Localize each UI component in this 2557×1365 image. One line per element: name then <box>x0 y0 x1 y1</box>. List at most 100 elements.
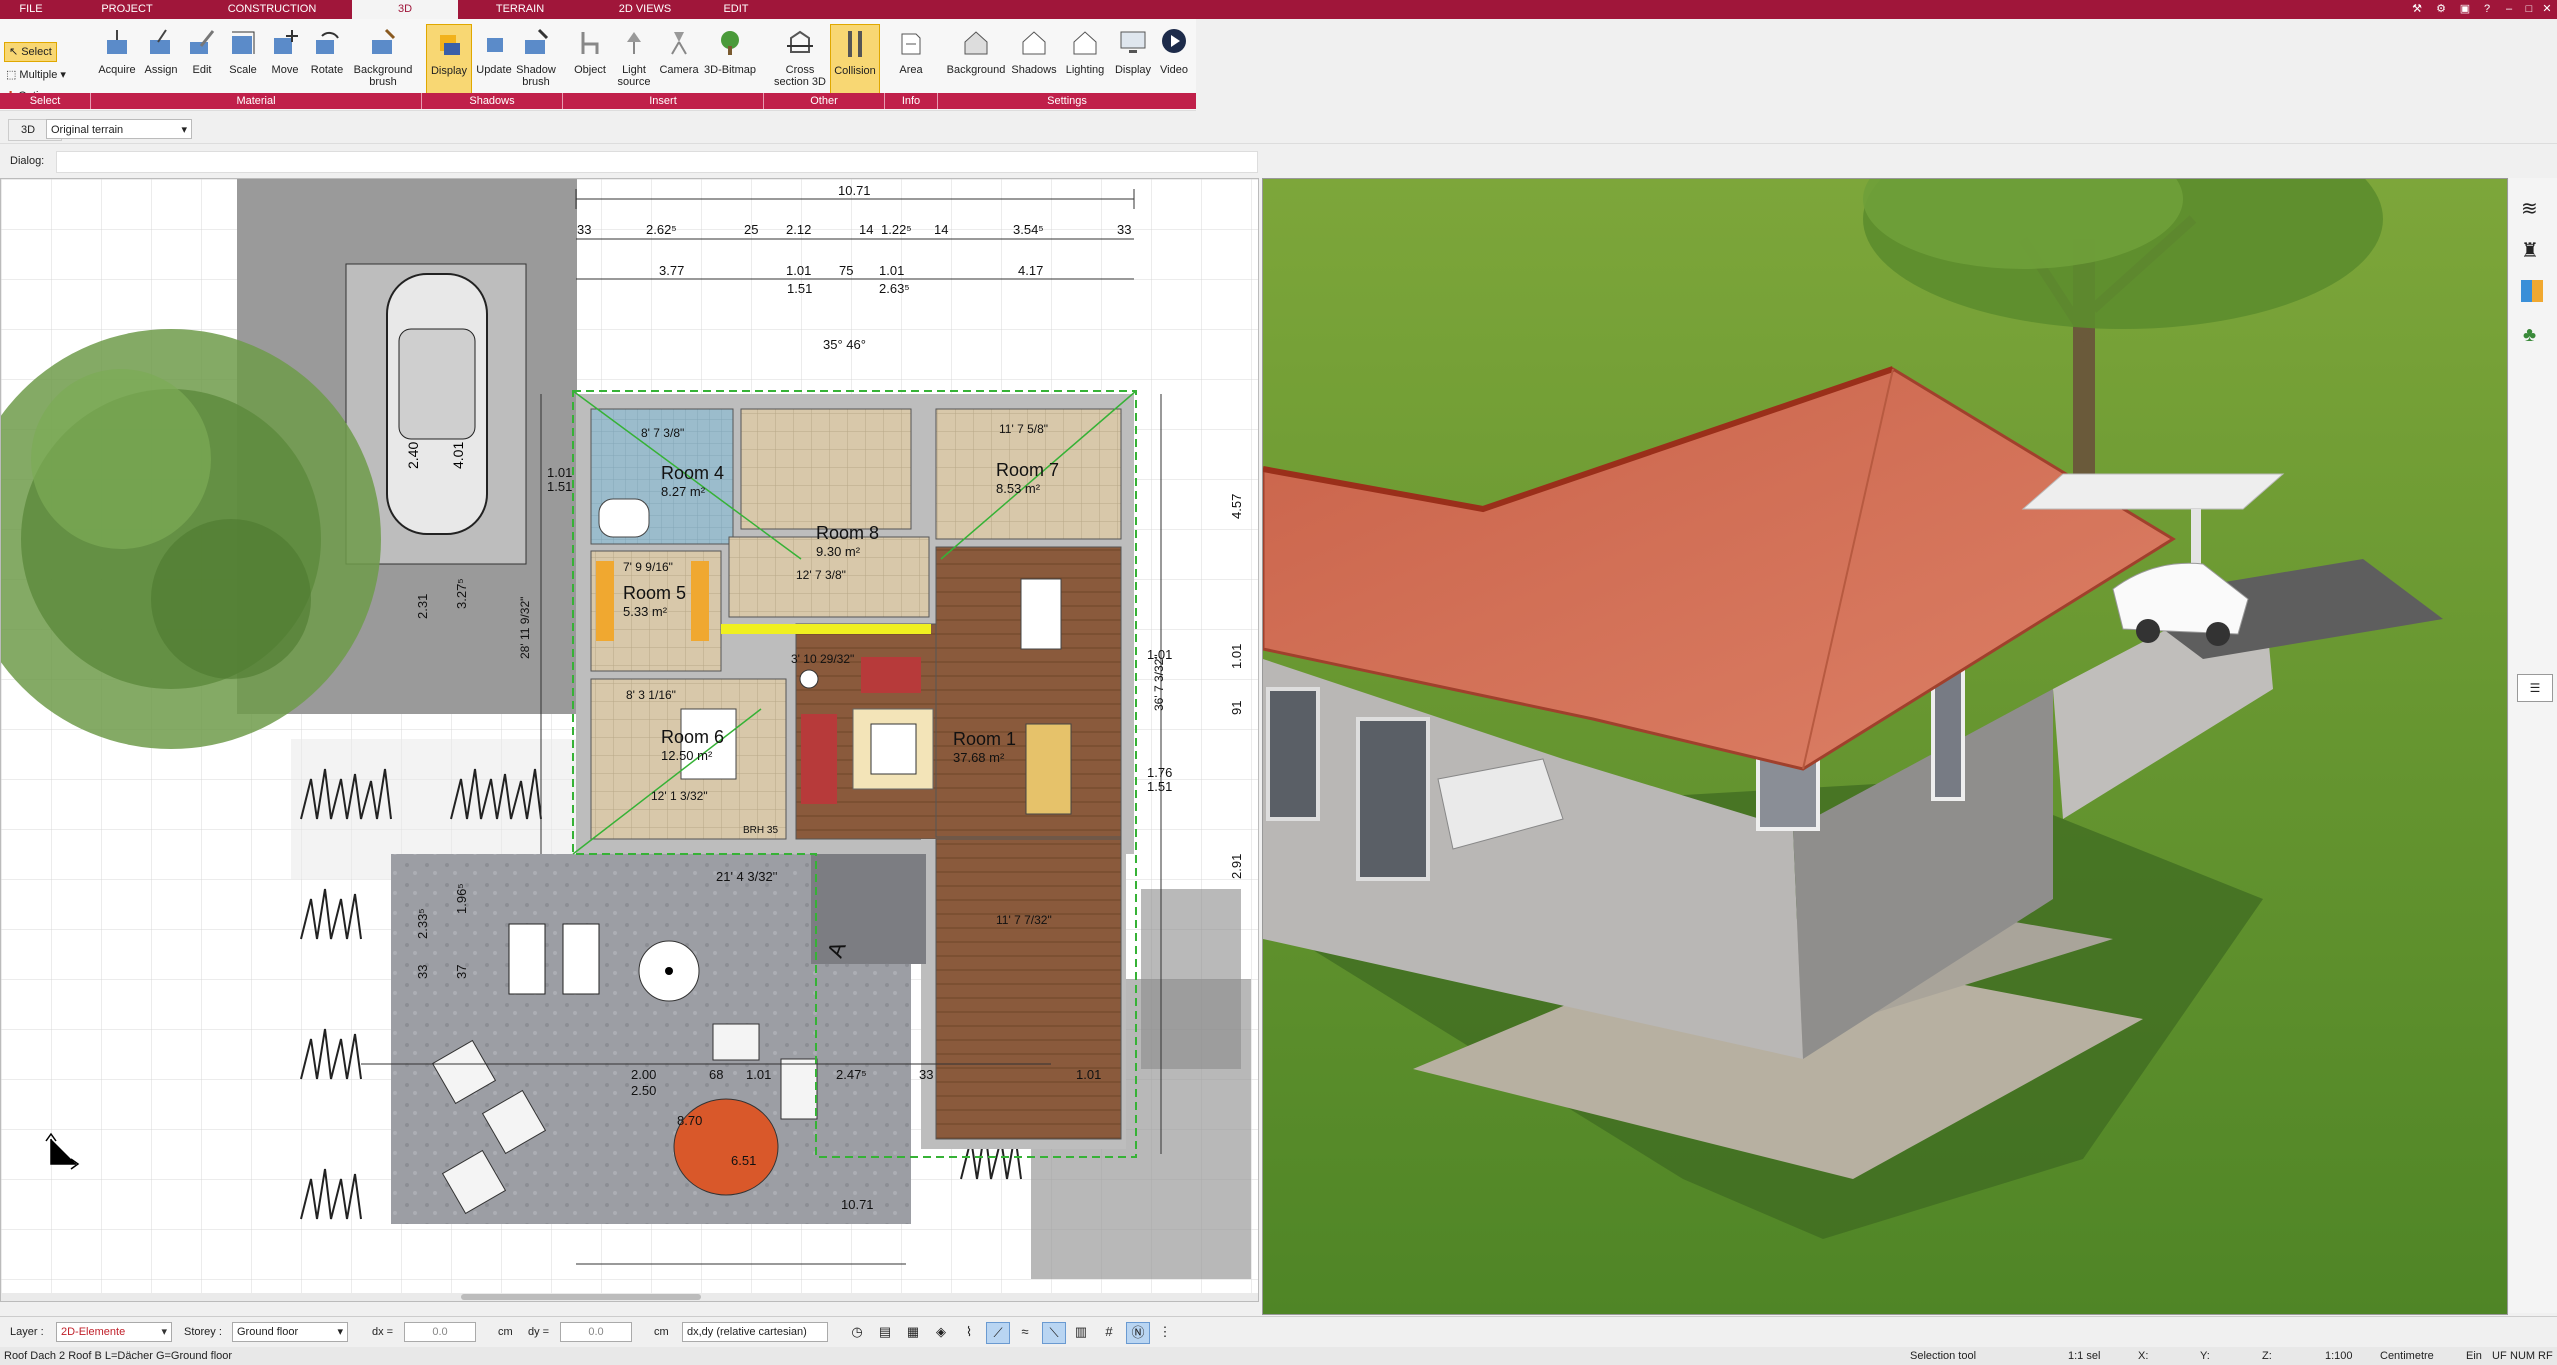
dim-right-6: 2.91 <box>1229 854 1244 879</box>
edit-material-button[interactable]: Edit <box>184 24 220 94</box>
3d-view[interactable] <box>1262 178 2508 1315</box>
dim-row2-0: 3.77 <box>659 263 684 278</box>
dim-row1-6: 14 <box>934 222 948 237</box>
assign-icon <box>150 29 170 54</box>
close-icon[interactable]: ✕ <box>2538 2 2556 17</box>
tab-2d-views[interactable]: 2D VIEWS <box>582 0 708 19</box>
coord-mode-select[interactable]: dx,dy (relative cartesian) <box>682 1322 828 1342</box>
tree-icon <box>721 31 739 55</box>
layers-icon[interactable]: ≋ <box>2521 196 2538 221</box>
collision-icon <box>848 31 862 57</box>
cross-section-3d-button[interactable]: Cross section 3D <box>772 24 828 94</box>
plan-scrollbar[interactable] <box>1 1293 1258 1301</box>
camera-icon <box>671 32 687 55</box>
tab-3d[interactable]: 3D <box>352 0 458 19</box>
dim-row2b-0: 1.51 <box>787 281 812 296</box>
group-material-label: Material <box>91 93 422 109</box>
current-tool: Selection tool <box>1910 1350 1977 1362</box>
stove <box>1020 578 1062 650</box>
chevron-down-icon: ▾ <box>337 1326 343 1338</box>
line-icon[interactable]: ≈ <box>1014 1322 1036 1342</box>
display-settings-button[interactable]: Display <box>1110 24 1156 94</box>
settings-icon[interactable]: ⚙ <box>2432 2 2450 17</box>
grid-icon[interactable]: # <box>1098 1322 1120 1342</box>
room-4-area: 8.27 m² <box>661 484 706 499</box>
dialog-field[interactable] <box>56 151 1258 173</box>
rotate-icon <box>316 31 339 54</box>
group-shadows-label: Shadows <box>422 93 563 109</box>
select-button[interactable]: ↖ Select <box>4 42 57 62</box>
terrain-select[interactable]: Original terrain ▾ <box>46 119 192 139</box>
background-brush-button[interactable]: Background brush <box>350 24 416 94</box>
tab-construction[interactable]: CONSTRUCTION <box>192 0 352 19</box>
light-source-button[interactable]: Light source <box>612 24 656 94</box>
bitmap-3d-button[interactable]: 3D-Bitmap <box>702 24 758 94</box>
scale-button[interactable]: Scale <box>224 24 262 94</box>
camera-button[interactable]: Camera <box>656 24 702 94</box>
floor-plan-view[interactable]: 2.40 4.01 10.71 33 2.62⁵ 25 2.12 14 1.22… <box>0 178 1259 1302</box>
assign-button[interactable]: Assign <box>140 24 182 94</box>
scale-value: 1:100 <box>2325 1350 2353 1362</box>
storey-select[interactable]: Ground floor ▾ <box>232 1322 348 1342</box>
acquire-icon <box>107 30 127 54</box>
room-1-dim: 11' 7 7/32" <box>996 913 1052 927</box>
floor-plan-canvas[interactable]: 2.40 4.01 10.71 33 2.62⁵ 25 2.12 14 1.22… <box>1 179 1258 1301</box>
video-button[interactable]: Video <box>1154 24 1194 94</box>
tools-icon[interactable]: ⚒ <box>2408 2 2426 17</box>
plants-icon[interactable]: ♣ <box>2523 324 2536 347</box>
material-snap-icon[interactable]: ◈ <box>930 1322 952 1342</box>
dim-left-1: 1.51 <box>547 479 572 494</box>
shadows-settings-button[interactable]: Shadows <box>1008 24 1060 94</box>
move-button[interactable]: Move <box>266 24 304 94</box>
dx-input[interactable]: 0.0 <box>404 1322 476 1342</box>
clock-icon[interactable]: ◷ <box>846 1322 868 1342</box>
shadows-update-button[interactable]: Update <box>472 24 516 94</box>
shadows-display-button[interactable]: Display <box>426 24 472 96</box>
shadow-brush-button[interactable]: Shadow brush <box>514 24 558 94</box>
svg-text:2.40: 2.40 <box>405 442 421 469</box>
x-coord: X: <box>2138 1350 2149 1362</box>
snap-line-icon[interactable]: ⟋ <box>986 1322 1010 1344</box>
room-7-area: 8.53 m² <box>996 481 1041 496</box>
minimize-icon[interactable]: – <box>2500 2 2518 17</box>
capture-icon[interactable]: ▦ <box>902 1322 924 1342</box>
snap-icon[interactable]: ▤ <box>874 1322 896 1342</box>
hatch-icon[interactable]: ▥ <box>1070 1322 1092 1342</box>
3d-scene[interactable] <box>1263 179 2507 1314</box>
tab-edit[interactable]: EDIT <box>708 0 764 19</box>
dim-row2-2: 75 <box>839 263 853 278</box>
collision-button[interactable]: Collision <box>830 24 880 96</box>
maximize-icon[interactable]: □ <box>2520 2 2538 17</box>
dim-left-5: 37 <box>454 965 469 979</box>
materials-icon[interactable] <box>2521 280 2543 302</box>
lighting-settings-button[interactable]: Lighting <box>1060 24 1110 94</box>
background-settings-button[interactable]: Background <box>944 24 1008 94</box>
dim-terrace-6: 1.01 <box>1076 1067 1101 1082</box>
tab-project[interactable]: PROJECT <box>62 0 192 19</box>
more-icon[interactable]: ⋮ <box>1154 1322 1176 1342</box>
n-icon[interactable]: Ⓝ <box>1126 1322 1150 1344</box>
tab-terrain[interactable]: TERRAIN <box>458 0 582 19</box>
tilt-icon[interactable]: ⟍ <box>1042 1322 1066 1344</box>
acquire-button[interactable]: Acquire <box>94 24 140 94</box>
tab-file[interactable]: FILE <box>0 0 62 19</box>
info-icon[interactable]: ▣ <box>2456 2 2474 17</box>
dim-left-4: 33 <box>415 965 430 979</box>
panel-toggle-icon[interactable]: ☰ <box>2517 674 2553 702</box>
multiple-button[interactable]: ⬚ Multiple ▾ <box>6 66 66 84</box>
dim-left-3: 1.96⁵ <box>454 883 469 914</box>
help-icon[interactable]: ? <box>2478 2 2496 17</box>
misc-label-7: 6.51 <box>731 1153 756 1168</box>
dy-input[interactable]: 0.0 <box>560 1322 632 1342</box>
layer-select[interactable]: 2D-Elemente ▾ <box>56 1322 172 1342</box>
cursor-icon: ↖ <box>9 46 19 58</box>
room-7-name: Room 7 <box>996 460 1059 480</box>
room-6-dim: 12' 1 3/32" <box>651 789 708 803</box>
area-button[interactable]: Area <box>890 24 932 94</box>
rotate-button[interactable]: Rotate <box>306 24 348 94</box>
angle-icon[interactable]: ⌇ <box>958 1322 980 1342</box>
insert-object-button[interactable]: Object <box>568 24 612 94</box>
room-4-dim: 8' 7 3/8" <box>641 426 684 440</box>
edit-icon <box>190 30 215 54</box>
furniture-icon[interactable]: ♜ <box>2521 238 2539 263</box>
